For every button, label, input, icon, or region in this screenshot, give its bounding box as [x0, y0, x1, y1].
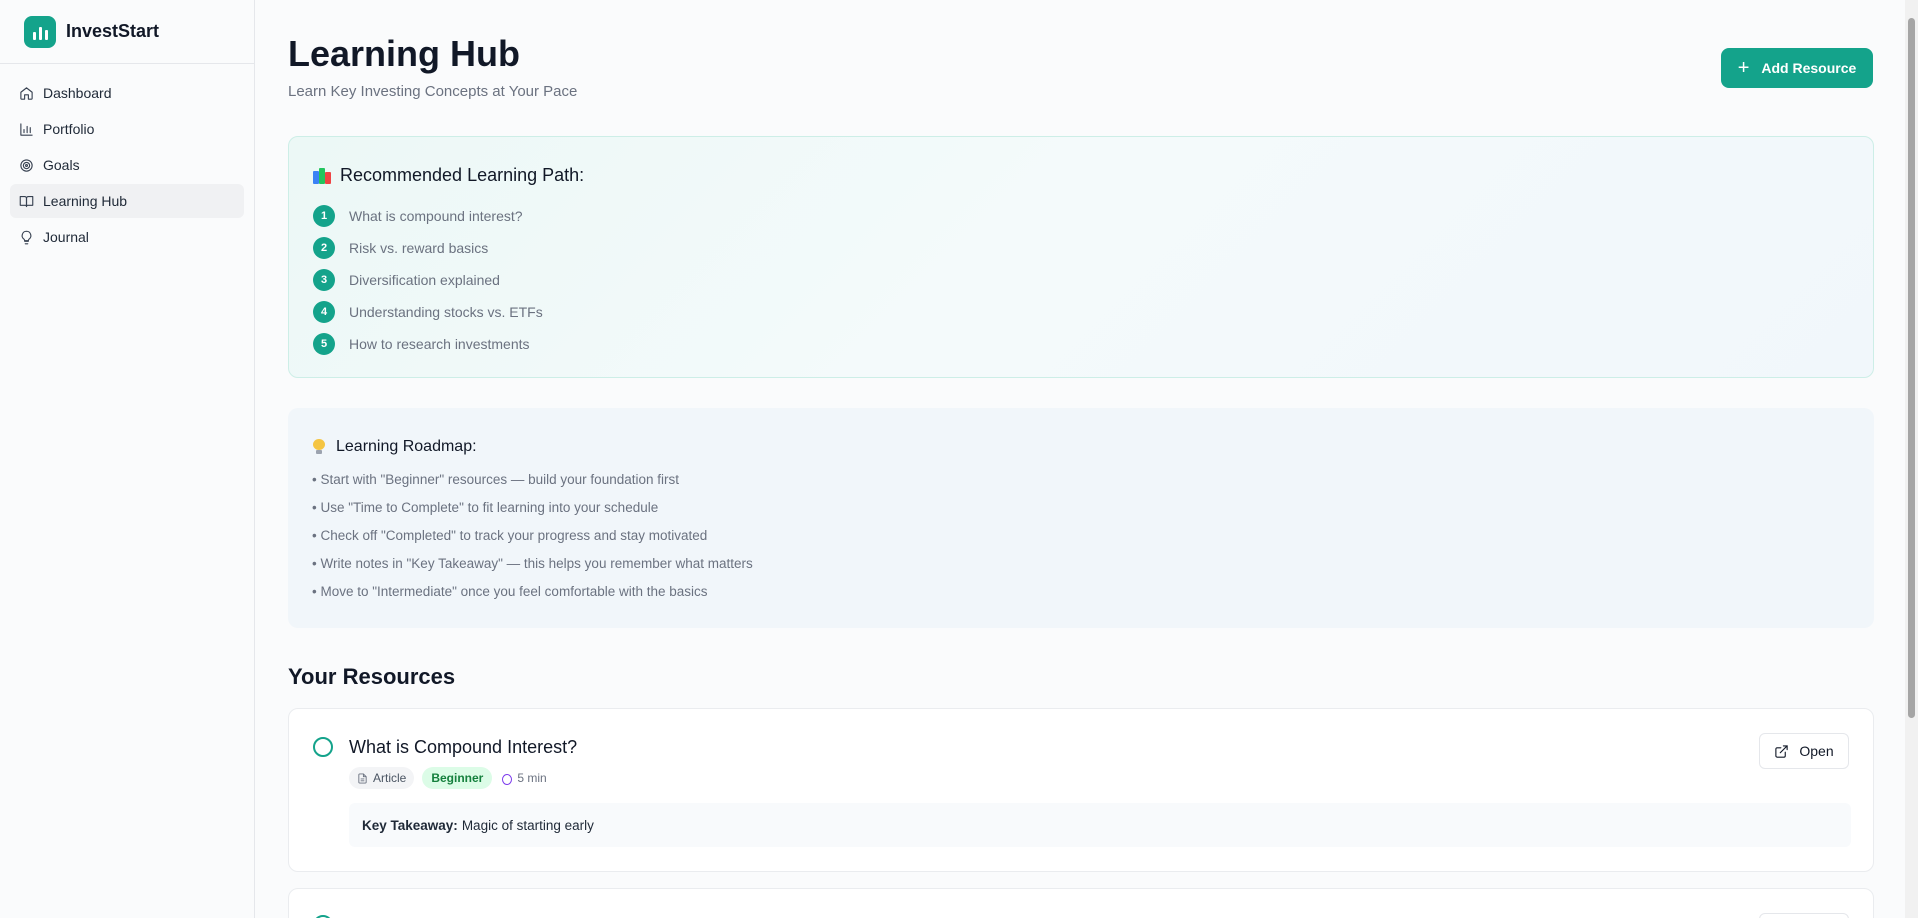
add-resource-label: Add Resource [1761, 60, 1857, 76]
sidebar-item-dashboard[interactable]: Dashboard [10, 76, 244, 110]
target-icon [18, 157, 34, 173]
resource-card: What is Compound Interest? Article Begin… [288, 708, 1874, 872]
learning-path-heading: Recommended Learning Path: [340, 165, 585, 185]
sidebar-item-label: Journal [43, 229, 89, 245]
completed-checkbox[interactable] [313, 737, 333, 757]
path-step: 2 Risk vs. reward basics [313, 232, 1849, 264]
resource-card [288, 888, 1874, 918]
step-number: 3 [313, 269, 335, 291]
path-step: 5 How to research investments [313, 328, 1849, 360]
duration-label: 5 min [517, 771, 547, 785]
books-icon [313, 167, 331, 184]
logo-chart-icon [24, 15, 56, 48]
add-resource-button[interactable]: + Add Resource [1721, 48, 1873, 88]
path-step: 3 Diversification explained [313, 264, 1849, 296]
learning-roadmap-card: Learning Roadmap: • Start with "Beginner… [288, 408, 1874, 628]
page-title: Learning Hub [288, 33, 520, 74]
type-label: Article [373, 771, 407, 785]
level-badge: Beginner [422, 767, 493, 789]
key-takeaway: Key Takeaway: Magic of starting early [349, 803, 1851, 847]
scrollbar[interactable] [1905, 0, 1918, 918]
book-open-icon [18, 193, 34, 209]
takeaway-label: Key Takeaway: [362, 817, 458, 833]
step-number: 4 [313, 301, 335, 323]
roadmap-tip: • Check off "Completed" to track your pr… [312, 528, 708, 543]
sidebar-item-learning-hub[interactable]: Learning Hub [10, 184, 244, 218]
scroll-thumb[interactable] [1908, 18, 1915, 718]
learning-path-card: Recommended Learning Path: 1 What is com… [288, 136, 1874, 378]
path-step: 1 What is compound interest? [313, 200, 1849, 232]
bar-chart-icon [18, 121, 34, 137]
duration: 5 min [502, 771, 547, 785]
open-resource-button[interactable] [1759, 913, 1849, 918]
sidebar-item-label: Dashboard [43, 85, 112, 101]
lightbulb-icon [18, 229, 34, 245]
sidebar-item-portfolio[interactable]: Portfolio [10, 112, 244, 146]
plus-icon: + [1737, 57, 1750, 79]
type-badge: Article [349, 767, 415, 789]
brand[interactable]: InvestStart [0, 0, 254, 64]
takeaway-text: Magic of starting early [461, 817, 594, 833]
step-label: Understanding stocks vs. ETFs [349, 304, 543, 320]
resource-meta: Article Beginner 5 min [349, 767, 547, 789]
roadmap-tip: • Start with "Beginner" resources — buil… [312, 472, 679, 487]
roadmap-heading: Learning Roadmap: [336, 438, 477, 455]
sidebar-item-label: Learning Hub [43, 193, 128, 209]
resource-title: What is Compound Interest? [349, 737, 578, 757]
step-label: Diversification explained [349, 272, 500, 288]
roadmap-tip: • Write notes in "Key Takeaway" — this h… [312, 556, 753, 571]
app-name: InvestStart [66, 21, 160, 41]
step-label: How to research investments [349, 336, 530, 352]
document-icon [358, 772, 367, 784]
sidebar-nav: Dashboard Portfolio Goals Learning Hub J… [0, 64, 254, 268]
open-resource-button[interactable]: Open [1759, 733, 1849, 769]
step-label: Risk vs. reward basics [349, 240, 489, 256]
step-number: 1 [313, 205, 335, 227]
sidebar-item-label: Portfolio [43, 121, 95, 137]
home-icon [18, 85, 34, 101]
step-number: 2 [313, 237, 335, 259]
resources-heading: Your Resources [288, 664, 456, 689]
path-step: 4 Understanding stocks vs. ETFs [313, 296, 1849, 328]
roadmap-tip: • Use "Time to Complete" to fit learning… [312, 500, 659, 515]
step-number: 5 [313, 333, 335, 355]
external-link-icon [1775, 744, 1789, 758]
sidebar-item-goals[interactable]: Goals [10, 148, 244, 182]
step-label: What is compound interest? [349, 208, 523, 224]
sidebar-item-label: Goals [43, 157, 80, 173]
lightbulb-icon [312, 439, 326, 455]
sidebar-item-journal[interactable]: Journal [10, 220, 244, 254]
sidebar: InvestStart Dashboard Portfolio Goals Le… [0, 0, 255, 918]
page-subtitle: Learn Key Investing Concepts at Your Pac… [288, 83, 578, 100]
roadmap-tip: • Move to "Intermediate" once you feel c… [312, 584, 708, 599]
stopwatch-icon [502, 773, 513, 785]
open-label: Open [1799, 743, 1834, 759]
